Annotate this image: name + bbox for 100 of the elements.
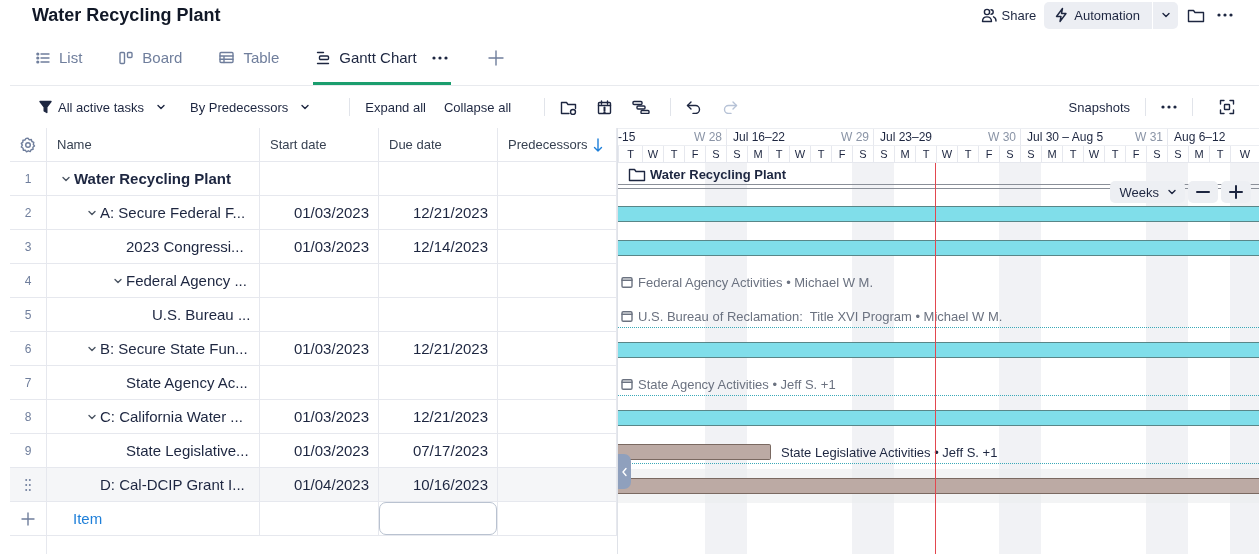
task-name[interactable]: 2023 Congressi... — [126, 238, 244, 255]
people-icon — [980, 7, 997, 23]
add-item-link[interactable]: Item — [73, 510, 103, 527]
chevron-left-icon — [621, 466, 628, 477]
task-bar[interactable] — [618, 240, 1259, 256]
day-label: T — [1209, 146, 1230, 163]
folder-icon[interactable] — [1187, 7, 1205, 23]
column-header[interactable]: Predecessors — [498, 128, 617, 162]
row-number: 3 — [24, 239, 32, 254]
calendar-icon — [621, 378, 633, 390]
day-label: T — [957, 146, 978, 163]
task-name[interactable]: A: Secure Federal F... — [100, 204, 246, 221]
row-number: 2 — [24, 205, 32, 220]
toolbar-link[interactable]: Expand all — [365, 99, 426, 115]
task-name[interactable]: Federal Agency ... — [126, 272, 247, 289]
day-label: M — [1188, 146, 1209, 163]
more-icon[interactable] — [1217, 13, 1233, 17]
day-label: T — [618, 146, 642, 163]
row-number: 8 — [24, 409, 32, 424]
list-icon — [36, 51, 50, 64]
week-number: W 28 — [694, 130, 722, 144]
task-label: State Agency Activities • Jeff S. +1 — [638, 376, 836, 392]
column-header[interactable]: Name — [47, 128, 260, 162]
folder-settings-icon[interactable] — [560, 99, 578, 115]
week-label: Jul 16–22 — [733, 130, 786, 144]
view-tab[interactable]: Table — [216, 30, 283, 85]
day-label: T — [1104, 146, 1125, 163]
input-field[interactable] — [379, 502, 497, 535]
chevron-down-icon — [1167, 187, 1177, 197]
zoom-out-button[interactable] — [1188, 181, 1218, 203]
fullscreen-icon[interactable] — [1219, 99, 1235, 115]
group-by-dropdown[interactable]: By Predecessors — [190, 99, 311, 115]
drag-handle-icon[interactable] — [25, 477, 31, 492]
column-header[interactable]: Start date — [260, 128, 379, 162]
more-icon[interactable] — [1161, 105, 1177, 109]
day-label: W — [936, 146, 957, 163]
view-tab[interactable]: Gantt Chart — [313, 30, 451, 85]
folder-icon — [628, 167, 646, 182]
task-name[interactable]: State Legislative... — [126, 442, 249, 459]
task-bar[interactable] — [618, 342, 1259, 358]
summary-label: Water Recycling Plant — [650, 167, 787, 182]
more-icon[interactable] — [431, 55, 448, 60]
view-tab[interactable]: List — [33, 30, 86, 85]
day-label: T — [810, 146, 831, 163]
day-label: W — [1083, 146, 1104, 163]
calendar-alert-icon[interactable] — [597, 99, 613, 115]
day-label: F — [1125, 146, 1146, 163]
row-number: 7 — [24, 375, 32, 390]
task-name[interactable]: D: Cal-DCIP Grant I... — [100, 476, 245, 493]
day-label: T — [1062, 146, 1083, 163]
column-header[interactable]: Due date — [379, 128, 498, 162]
settings-icon[interactable] — [20, 136, 36, 153]
scale-dropdown[interactable]: Weeks — [1109, 181, 1185, 203]
gantt-icon — [316, 50, 331, 65]
date-cell: 12/21/2023 — [379, 332, 498, 366]
row-number: 4 — [24, 273, 32, 288]
day-label: W — [789, 146, 810, 163]
week-label: Jul 23–29 — [880, 130, 933, 144]
add-view-icon[interactable] — [487, 49, 504, 66]
toolbar-link[interactable]: Collapse all — [443, 99, 512, 115]
date-cell: 12/21/2023 — [379, 196, 498, 230]
week-number: W 29 — [841, 130, 869, 144]
undo-icon[interactable] — [686, 100, 703, 114]
chevron-down-icon — [1160, 10, 1171, 20]
week-label: Aug 6–12 — [1174, 130, 1226, 144]
automation-button[interactable]: Automation — [1044, 1, 1152, 29]
snapshots-button[interactable]: Snapshots — [1068, 99, 1130, 115]
row-number: 1 — [24, 171, 32, 186]
week-number: W 31 — [1135, 130, 1163, 144]
date-cell: 12/14/2023 — [379, 230, 498, 264]
week-label: -15 — [618, 130, 636, 144]
filter-dropdown[interactable]: All active tasks — [33, 99, 166, 115]
day-label: T — [663, 146, 684, 163]
day-label: M — [747, 146, 768, 163]
day-label: F — [684, 146, 705, 163]
date-cell: 12/21/2023 — [379, 400, 498, 434]
row-number: 6 — [24, 341, 32, 356]
add-row-icon[interactable] — [21, 511, 35, 526]
zoom-in-button[interactable] — [1221, 181, 1251, 203]
task-name[interactable]: State Agency Ac... — [126, 374, 248, 391]
day-label: M — [894, 146, 915, 163]
task-name[interactable]: U.S. Bureau ... — [152, 306, 251, 323]
day-label: W — [642, 146, 663, 163]
view-tab[interactable]: Board — [116, 30, 186, 85]
task-name[interactable]: C: California Water ... — [100, 408, 243, 425]
date-cell: 01/03/2023 — [260, 332, 379, 366]
share-button[interactable]: Share — [980, 7, 1037, 23]
task-name[interactable]: Water Recycling Plant — [74, 170, 231, 187]
chevron-down-icon — [156, 102, 166, 112]
collapse-handle[interactable] — [618, 454, 631, 489]
task-name[interactable]: B: Secure State Fun... — [100, 340, 248, 357]
week-label: Jul 30 – Aug 5 — [1027, 130, 1104, 144]
sort-down-icon[interactable] — [593, 137, 604, 152]
task-bar[interactable] — [618, 410, 1259, 426]
day-label: F — [831, 146, 852, 163]
plus-icon — [1229, 185, 1243, 199]
day-label: T — [768, 146, 789, 163]
hierarchy-icon[interactable] — [632, 100, 651, 114]
task-label: Federal Agency Activities • Michael W M. — [638, 274, 874, 290]
day-label: T — [915, 146, 936, 163]
